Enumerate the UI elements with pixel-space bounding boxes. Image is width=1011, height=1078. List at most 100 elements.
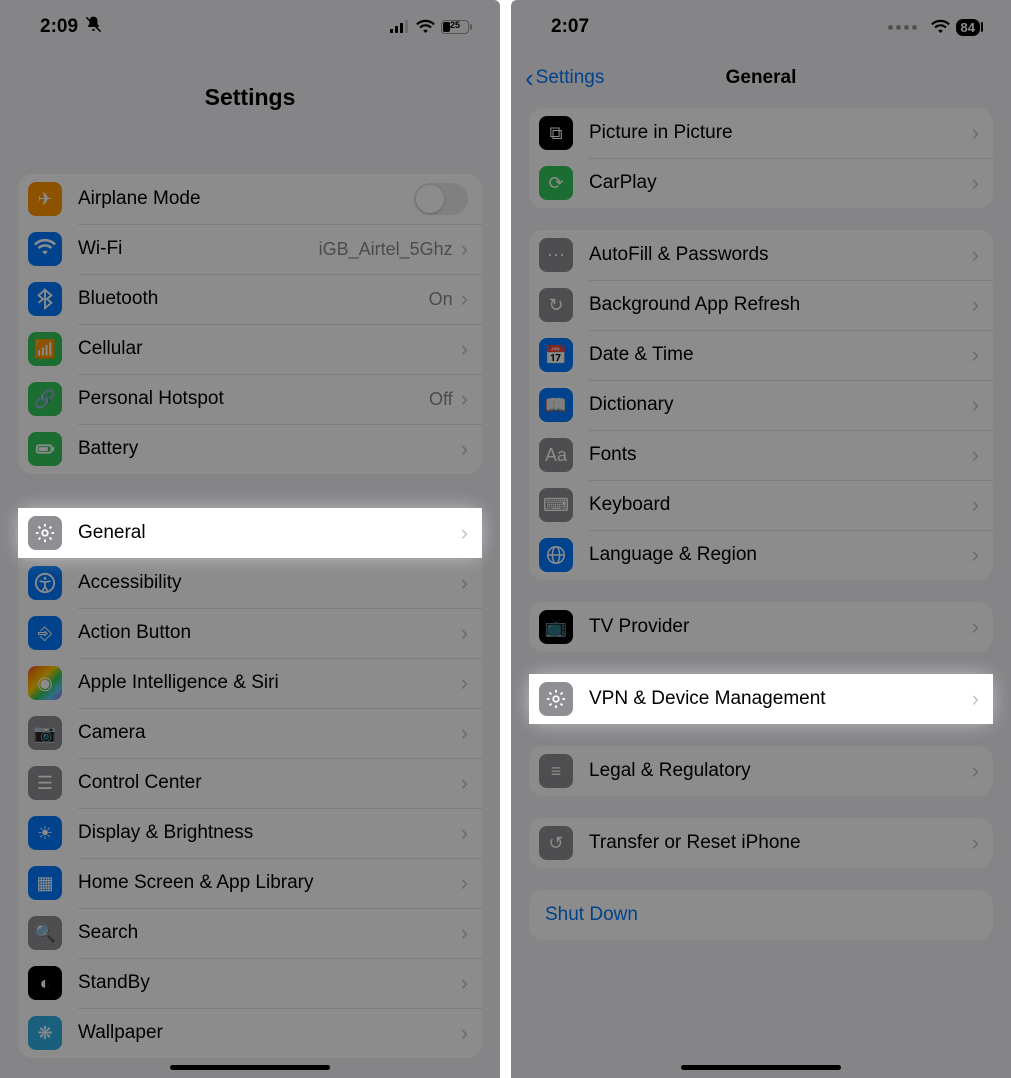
chevron-right-icon: ›: [972, 686, 979, 712]
row-label: StandBy: [78, 972, 461, 994]
row-dictionary[interactable]: 📖Dictionary›: [529, 380, 993, 430]
row-label: Apple Intelligence & Siri: [78, 672, 461, 694]
signal-dots-icon: [888, 25, 917, 30]
antenna-icon: 📶: [28, 332, 62, 366]
row-display[interactable]: ☀Display & Brightness›: [18, 808, 482, 858]
status-bar: 2:09 25: [0, 0, 500, 54]
settings-group: ≡Legal & Regulatory›: [529, 746, 993, 796]
row-vpn-highlight[interactable]: VPN & Device Management›: [529, 674, 993, 724]
row-label: Personal Hotspot: [78, 388, 429, 410]
reset-icon: ↺: [539, 826, 573, 860]
row-homescreen[interactable]: ▦Home Screen & App Library›: [18, 858, 482, 908]
chevron-right-icon: ›: [461, 286, 468, 312]
row-general[interactable]: General›: [18, 508, 482, 558]
flower-icon: ❋: [28, 1016, 62, 1050]
row-bluetooth[interactable]: BluetoothOn›: [18, 274, 482, 324]
chevron-right-icon: ›: [461, 820, 468, 846]
row-hotspot[interactable]: 🔗Personal HotspotOff›: [18, 374, 482, 424]
nav-bar: Settings: [0, 54, 500, 140]
row-value: iGB_Airtel_5Ghz: [319, 239, 453, 260]
row-value: Off: [429, 389, 453, 410]
row-datetime[interactable]: 📅Date & Time›: [529, 330, 993, 380]
row-accessibility[interactable]: Accessibility›: [18, 558, 482, 608]
row-reset[interactable]: ↺Transfer or Reset iPhone›: [529, 818, 993, 868]
row-value: On: [429, 289, 453, 310]
chevron-right-icon: ›: [461, 670, 468, 696]
row-actionbutton[interactable]: ⎆Action Button›: [18, 608, 482, 658]
carplay-icon: ⟳: [539, 166, 573, 200]
chevron-right-icon: ›: [972, 242, 979, 268]
row-autofill[interactable]: ⋯AutoFill & Passwords›: [529, 230, 993, 280]
row-wifi[interactable]: Wi-FiiGB_Airtel_5Ghz›: [18, 224, 482, 274]
row-label: Transfer or Reset iPhone: [589, 832, 972, 854]
row-legal[interactable]: ≡Legal & Regulatory›: [529, 746, 993, 796]
row-label: Battery: [78, 438, 461, 460]
globe-icon: [539, 538, 573, 572]
refresh-icon: ↻: [539, 288, 573, 322]
row-standby[interactable]: ◐StandBy›: [18, 958, 482, 1008]
row-search[interactable]: 🔍Search›: [18, 908, 482, 958]
row-label: CarPlay: [589, 172, 972, 194]
chevron-right-icon: ›: [972, 170, 979, 196]
row-pip[interactable]: ⧉Picture in Picture›: [529, 108, 993, 158]
row-siri[interactable]: ◉Apple Intelligence & Siri›: [18, 658, 482, 708]
row-label: Legal & Regulatory: [589, 760, 972, 782]
back-label: Settings: [536, 67, 605, 89]
settings-group: Accessibility›⎆Action Button›◉Apple Inte…: [18, 558, 482, 1058]
row-label: Search: [78, 922, 461, 944]
font-icon: Aa: [539, 438, 573, 472]
settings-group: 📺TV Provider›: [529, 602, 993, 652]
row-carplay[interactable]: ⟳ CarPlay›: [529, 158, 993, 208]
row-cellular[interactable]: 📶Cellular›: [18, 324, 482, 374]
row-general-highlight[interactable]: General›: [18, 508, 482, 558]
settings-list[interactable]: ✈Airplane ModeWi-FiiGB_Airtel_5Ghz›Bluet…: [0, 174, 500, 1058]
row-keyboard[interactable]: ⌨Keyboard›: [529, 480, 993, 530]
row-label: Language & Region: [589, 544, 972, 566]
row-wallpaper[interactable]: ❋Wallpaper›: [18, 1008, 482, 1058]
row-shutdown[interactable]: Shut Down: [529, 890, 993, 940]
row-vpn[interactable]: VPN & Device Management›: [529, 674, 993, 724]
accessibility-icon: [28, 566, 62, 600]
search-icon: 🔍: [28, 916, 62, 950]
camera-icon: 📷: [28, 716, 62, 750]
row-language[interactable]: Language & Region›: [529, 530, 993, 580]
home-indicator[interactable]: [681, 1065, 841, 1070]
airplane-icon: ✈: [28, 182, 62, 216]
row-battery[interactable]: Battery›: [18, 424, 482, 474]
bluetooth-icon: [28, 282, 62, 316]
row-label: Dictionary: [589, 394, 972, 416]
battery-icon: 25: [441, 20, 472, 34]
row-label: General: [78, 522, 461, 544]
page-title: Settings: [205, 84, 296, 111]
settings-group: ⧉Picture in Picture› ⟳ CarPlay›: [529, 108, 993, 208]
row-label: Wallpaper: [78, 1022, 461, 1044]
settings-group: ↺Transfer or Reset iPhone›: [529, 818, 993, 868]
back-button[interactable]: ‹ Settings: [525, 54, 604, 102]
home-indicator[interactable]: [170, 1065, 330, 1070]
row-airplane[interactable]: ✈Airplane Mode: [18, 174, 482, 224]
general-list[interactable]: ⧉Picture in Picture›⟳CarPlay›⋯AutoFill &…: [511, 108, 1011, 940]
row-label: Control Center: [78, 772, 461, 794]
row-controlcenter[interactable]: ☰Control Center›: [18, 758, 482, 808]
row-tvprovider[interactable]: 📺TV Provider›: [529, 602, 993, 652]
chevron-right-icon: ›: [461, 386, 468, 412]
row-label: Date & Time: [589, 344, 972, 366]
battery-icon: [28, 432, 62, 466]
row-label: TV Provider: [589, 616, 972, 638]
standby-icon: ◐: [28, 966, 62, 1000]
row-camera[interactable]: 📷Camera›: [18, 708, 482, 758]
toggle-airplane[interactable]: [414, 183, 468, 215]
row-label: VPN & Device Management: [589, 688, 972, 710]
row-label: Camera: [78, 722, 461, 744]
keyboard-icon: ⌨: [539, 488, 573, 522]
nav-bar: ‹ Settings General: [511, 54, 1011, 102]
chevron-right-icon: ›: [461, 520, 468, 546]
row-bgrefresh[interactable]: ↻Background App Refresh›: [529, 280, 993, 330]
settings-group: Shut Down: [529, 890, 993, 940]
row-fonts[interactable]: AaFonts›: [529, 430, 993, 480]
row-label: Action Button: [78, 622, 461, 644]
gear-icon: [539, 682, 573, 716]
action-icon: ⎆: [28, 616, 62, 650]
calendar-icon: 📅: [539, 338, 573, 372]
gear-icon: [28, 516, 62, 550]
